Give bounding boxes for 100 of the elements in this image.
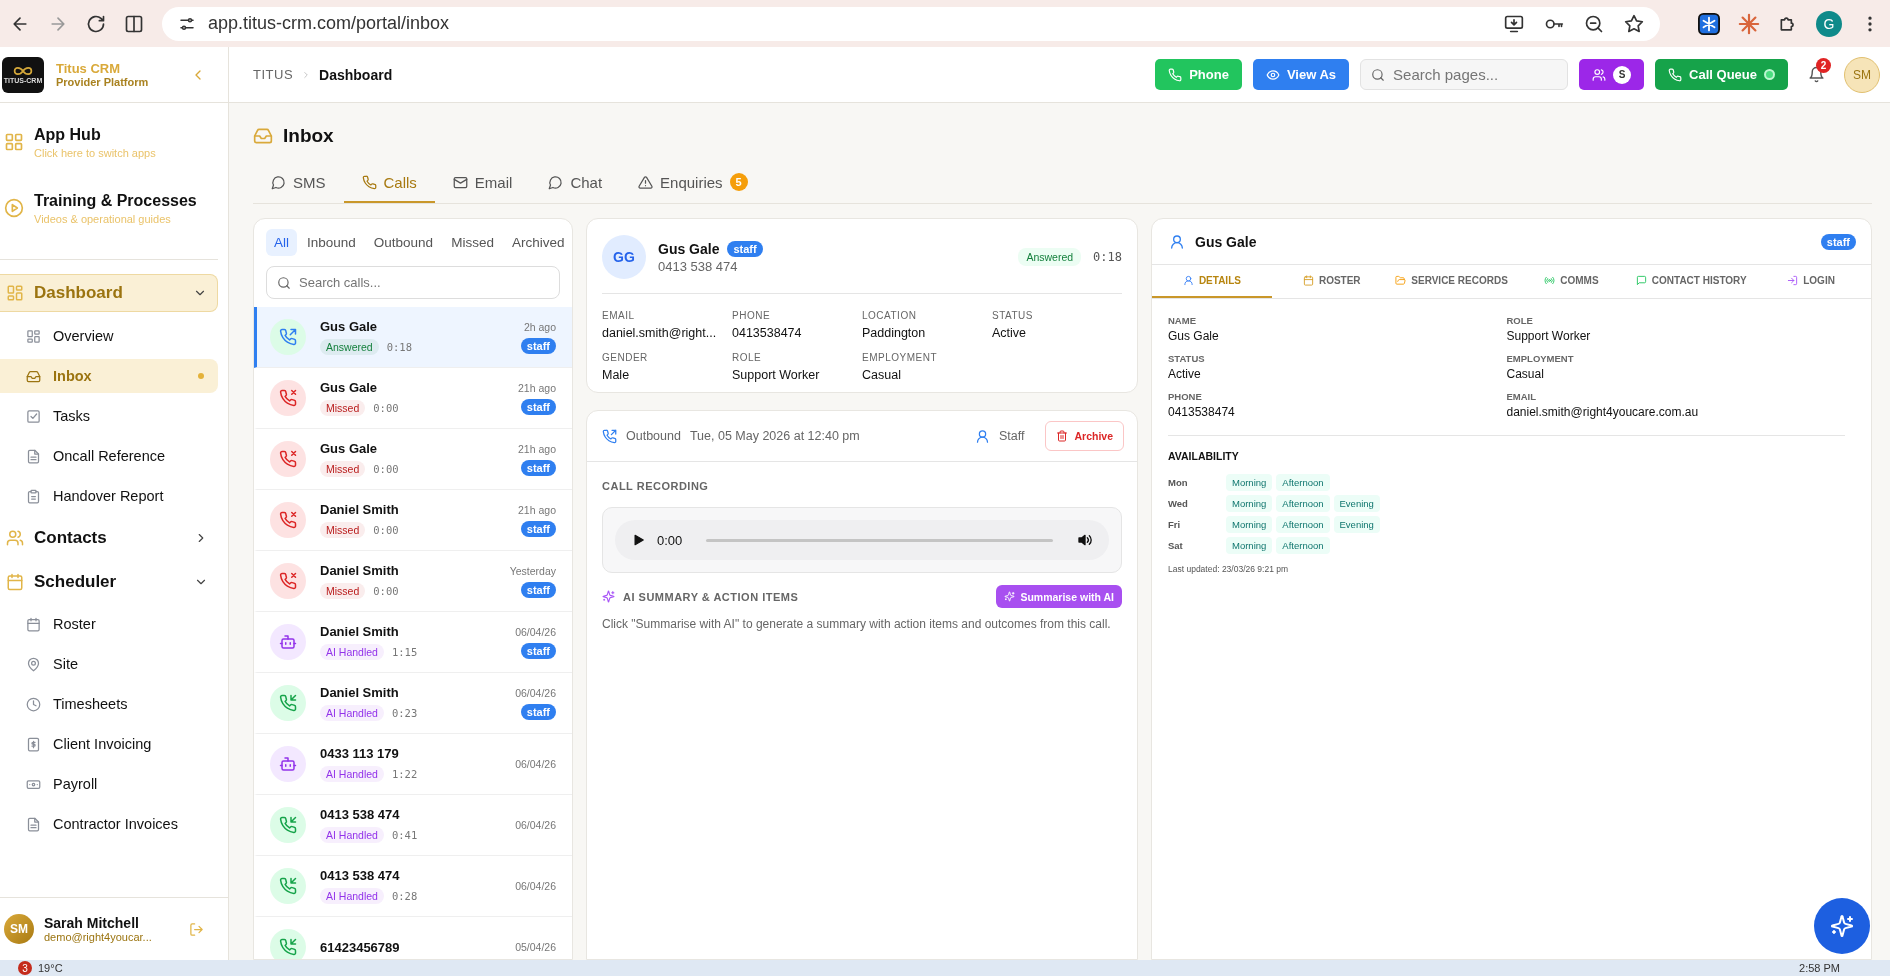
day-label: Wed [1168,498,1189,509]
tab[interactable]: LOGIN [1751,265,1871,298]
phone-outgoing-icon [279,328,297,346]
volume-icon[interactable] [1077,532,1093,548]
nav-item[interactable]: Client Invoicing [0,727,218,761]
call-time: 06/04/26 [515,758,556,770]
document-icon [26,448,41,464]
caller-name: 61423456789 [320,939,401,955]
app-link[interactable]: App Hub Click here to switch apps [0,117,218,167]
tab[interactable]: Enquiries 5 [620,163,766,203]
day-label: Fri [1168,519,1182,530]
play-icon[interactable] [631,533,645,547]
call-duration: 0:18 [386,341,412,353]
field-label: ROLE [732,352,763,363]
field-label: ROLE [1506,315,1534,326]
field-value: Paddington [862,326,927,340]
tab[interactable]: Email [434,163,531,203]
nav-section[interactable]: Contacts [0,520,218,556]
filter-tab[interactable]: Inbound [299,229,364,256]
nav-section[interactable]: Scheduler [0,564,218,600]
call-row[interactable]: Gus Gale Missed 0:00 21h ago staff [254,368,572,429]
call-time: Yesterday [509,564,556,577]
alert-badge: 3 [18,961,32,975]
caller-name: 0413 538 474 [320,807,401,822]
caller-name: Daniel Smith [320,502,400,517]
call-row[interactable]: Daniel Smith Missed 0:00 Yesterday staff [254,551,572,612]
nav-item[interactable]: Roster [0,607,218,641]
field-value: Support Worker [1506,329,1592,343]
bookmark-star-icon[interactable] [1624,13,1644,34]
breadcrumb-link[interactable]: TITUS [253,67,294,82]
tab[interactable]: SMS [253,163,344,203]
role-tag: staff [520,459,556,476]
tab[interactable]: Calls [343,163,435,203]
zoom-icon[interactable] [1584,13,1604,34]
address-bar[interactable]: app.titus-crm.com/portal/inbox [162,6,1660,41]
tab[interactable]: ROSTER [1271,265,1392,298]
call-row[interactable]: Daniel Smith Missed 0:00 21h ago staff [254,490,572,551]
mail-icon [452,174,468,190]
nav-item[interactable]: Contractor Invoices [0,807,218,841]
page-title: Inbox [283,125,334,147]
weather-text: 19°C [38,962,63,974]
filter-tab[interactable]: Archived [503,229,572,256]
call-time: 05/04/26 [515,941,556,953]
field-value: Casual [862,368,902,382]
dashboard-icon [6,284,24,302]
status-dot-icon [1764,69,1775,80]
call-time: 2h ago [523,320,556,333]
archive-button[interactable]: Archive [1045,421,1124,451]
call-row[interactable]: Daniel Smith AI Handled 1:15 06/04/26 staff [254,612,572,673]
field-label: STATUS [1168,353,1206,364]
filter-tab[interactable]: All [266,229,297,256]
nav-item[interactable]: Site [0,647,218,681]
playback-time: 0:00 [657,532,683,548]
call-row[interactable]: Daniel Smith AI Handled 0:23 06/04/26 staff [254,673,572,734]
filter-tab[interactable]: Missed [443,229,502,256]
view-as-button[interactable]: View As [1252,59,1350,90]
checkbox-icon [26,408,41,424]
filter-tab[interactable]: Outbound [365,229,442,256]
nav-item[interactable]: Overview [0,319,218,353]
user-icon [975,428,990,444]
team-button[interactable]: S [1579,59,1645,90]
asterisk-icon[interactable] [1738,12,1760,35]
nav-item[interactable]: Oncall Reference [0,439,218,473]
call-duration: 0:00 [373,524,399,536]
call-row[interactable]: 0413 538 474 AI Handled 0:41 06/04/26 [254,795,572,856]
search-field[interactable]: Search pages... [1360,59,1569,90]
role-tag: staff [520,703,556,720]
phone-missed-icon [279,511,297,529]
call-row[interactable]: 0433 113 179 AI Handled 1:22 06/04/26 [254,734,572,795]
tab[interactable]: Chat [530,163,621,203]
app-link[interactable]: Training & Processes Videos & operational guides [0,183,218,233]
call-row[interactable]: Gus Gale Answered 0:18 2h ago staff [254,307,572,368]
nav-item[interactable]: Handover Report [0,479,218,513]
nav-section[interactable]: Dashboard [0,274,218,312]
call-duration: 0:18 [1093,250,1122,264]
nav-item[interactable]: Tasks [0,399,218,433]
nav-item[interactable]: Payroll [0,767,218,801]
call-row[interactable]: Gus Gale Missed 0:00 21h ago staff [254,429,572,490]
field-value: 0413538474 [732,326,803,340]
extension-icon[interactable] [1698,12,1720,35]
field-value: daniel.smith@right4youcare.com.au [1506,405,1700,419]
availability-chip: Evening [1333,516,1380,533]
split-view-icon[interactable] [124,13,144,34]
profile-avatar[interactable]: G [1816,10,1842,37]
role-tag: staff [520,398,556,415]
summarise-button[interactable]: Summarise with AI [996,585,1122,608]
tab[interactable]: SERVICE RECORDS [1391,265,1512,298]
clipboard-icon [26,488,41,504]
install-icon[interactable] [1504,13,1524,34]
tab[interactable]: COMMS [1511,265,1632,298]
phone-outgoing-icon [602,428,617,444]
search-field[interactable]: Search calls... [266,266,560,299]
status-label: Answered [320,339,379,355]
tab[interactable]: CONTACT HISTORY [1631,265,1752,298]
audio-player[interactable]: 0:00 [615,520,1109,560]
reload-icon[interactable] [86,13,106,34]
nav-item[interactable]: Timesheets [0,687,218,721]
nav-item[interactable]: Inbox [0,359,218,393]
availability-chip: Afternoon [1276,495,1330,512]
call-row[interactable]: 0413 538 474 AI Handled 0:28 06/04/26 [254,856,572,917]
